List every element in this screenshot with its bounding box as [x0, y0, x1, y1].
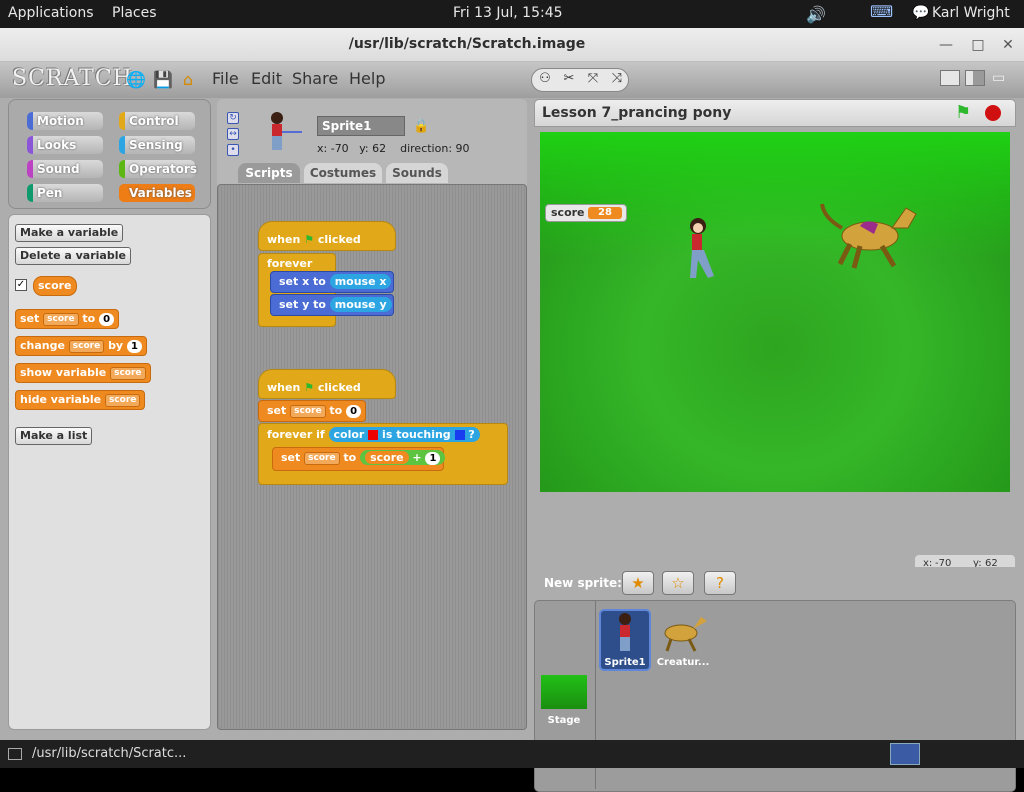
scratch-app: SCRATCH 🌐 💾 ⌂ File Edit Share Help ⚇ ✂ ⤧… — [0, 62, 1024, 792]
new-sprite-label: New sprite: — [544, 576, 622, 590]
red-color-swatch[interactable] — [368, 430, 379, 440]
places-menu[interactable]: Places — [112, 5, 157, 21]
save-icon[interactable]: 💾 — [153, 71, 173, 89]
set-score-block[interactable]: set score to 0 — [258, 400, 366, 422]
delete-variable-button[interactable]: Delete a variable — [15, 247, 131, 265]
green-flag-icon: ⚑ — [304, 233, 315, 246]
show-variable-block[interactable]: show variable score — [15, 363, 151, 383]
sprite-name-label: Creatur... — [656, 657, 710, 668]
tool-buttons: ⚇ ✂ ⤧ ⤨ — [531, 68, 629, 92]
presentation-icon[interactable]: ▭ — [992, 70, 1012, 86]
block-palette: Make a variable Delete a variable ✓ scor… — [8, 214, 211, 730]
stage-header: Lesson 7_prancing pony ⚑ — [534, 99, 1016, 127]
choose-sprite-icon[interactable]: ☆ — [662, 571, 694, 595]
green-flag-icon: ⚑ — [304, 381, 315, 394]
set-score-plus-block[interactable]: set score to score + 1 — [272, 447, 446, 471]
set-x-block[interactable]: set x to mouse x — [270, 271, 394, 293]
category-panel: Motion Control Looks Sensing Sound Opera… — [8, 99, 211, 209]
make-list-button[interactable]: Make a list — [15, 427, 93, 445]
make-variable-button[interactable]: Make a variable — [15, 224, 124, 242]
applications-menu[interactable]: Applications — [8, 5, 94, 21]
tab-costumes[interactable]: Costumes — [304, 163, 382, 183]
shrink-icon[interactable]: ⤨ — [606, 71, 628, 86]
lock-icon[interactable]: 🔒 — [413, 119, 429, 134]
set-y-block[interactable]: set y to mouse y — [270, 294, 394, 316]
when-flag-hat-1[interactable]: when ⚑ clicked — [258, 221, 396, 251]
girl-sprite[interactable] — [680, 216, 720, 282]
menubar: SCRATCH 🌐 💾 ⌂ File Edit Share Help ⚇ ✂ ⤧… — [0, 62, 1024, 98]
grow-icon[interactable]: ⤧ — [582, 71, 604, 86]
window-titlebar: /usr/lib/scratch/Scratch.image — □ ✕ — [0, 28, 1024, 62]
help-menu[interactable]: Help — [349, 69, 385, 88]
score-reporter[interactable]: score — [33, 276, 77, 296]
category-sound[interactable]: Sound — [27, 160, 103, 178]
project-title: Lesson 7_prancing pony — [542, 105, 732, 121]
stage-thumbnail[interactable] — [541, 675, 587, 709]
category-looks[interactable]: Looks — [27, 136, 103, 154]
change-block[interactable]: change score by 1 — [15, 336, 147, 356]
close-icon[interactable]: ✕ — [997, 35, 1019, 55]
flip-icon[interactable]: ↔ — [227, 128, 239, 140]
tab-scripts[interactable]: Scripts — [238, 163, 300, 183]
scratch-logo: SCRATCH — [12, 66, 133, 91]
add-operator[interactable]: score + 1 — [360, 450, 446, 465]
random-sprite-icon[interactable]: ? — [704, 571, 736, 595]
globe-icon[interactable]: 🌐 — [126, 71, 146, 89]
category-control[interactable]: Control — [119, 112, 195, 130]
sprite-tile-sprite1[interactable]: Sprite1 — [599, 609, 651, 671]
file-menu[interactable]: File — [212, 69, 239, 88]
volume-icon[interactable]: 🔊 — [806, 5, 826, 24]
stage[interactable] — [540, 132, 1010, 492]
edit-menu[interactable]: Edit — [251, 69, 282, 88]
horse-thumbnail-icon — [664, 617, 707, 652]
category-variables[interactable]: Variables — [119, 184, 195, 202]
rotate-icon[interactable]: ↻ — [227, 112, 239, 124]
delete-icon[interactable]: ✂ — [558, 71, 580, 86]
duplicate-icon[interactable]: ⚇ — [534, 71, 556, 86]
no-rotate-icon[interactable]: • — [227, 144, 239, 156]
paint-sprite-icon[interactable]: ★ — [622, 571, 654, 595]
blue-color-swatch[interactable] — [454, 430, 465, 440]
score-checkbox[interactable]: ✓ — [15, 279, 27, 291]
category-motion[interactable]: Motion — [27, 112, 103, 130]
window-icon — [8, 747, 22, 760]
stage-label: Stage — [547, 715, 581, 726]
tab-sounds[interactable]: Sounds — [386, 163, 448, 183]
category-pen[interactable]: Pen — [27, 184, 103, 202]
minimize-icon[interactable]: — — [935, 35, 957, 55]
touching-color-condition[interactable]: color is touching ? — [328, 427, 480, 442]
horse-sprite[interactable] — [820, 198, 920, 272]
script-area[interactable]: when ⚑ clicked forever set x to mouse x … — [217, 184, 527, 730]
when-flag-hat-2[interactable]: when ⚑ clicked — [258, 369, 396, 399]
new-sprite-bar: New sprite: ★ ☆ ? — [534, 567, 1016, 597]
category-operators[interactable]: Operators — [119, 160, 197, 178]
normal-stage-icon[interactable] — [965, 70, 985, 86]
set-block[interactable]: set score to 0 — [15, 309, 120, 329]
user-menu[interactable]: Karl Wright — [932, 5, 1010, 21]
hide-variable-block[interactable]: hide variable score — [15, 390, 146, 410]
stop-icon[interactable] — [985, 105, 1001, 121]
network-icon[interactable]: ⌨ — [870, 2, 893, 21]
sprite1-thumbnail-icon — [619, 613, 631, 651]
chat-icon[interactable]: 💬 — [912, 5, 929, 21]
sprite-thumbnail — [271, 112, 302, 150]
sprite-name-field[interactable]: Sprite1 — [317, 116, 405, 136]
share-menu[interactable]: Share — [292, 69, 338, 88]
score-monitor[interactable]: score 28 — [545, 204, 627, 222]
green-flag-icon[interactable]: ⚑ — [955, 102, 971, 123]
share-icon[interactable]: ⌂ — [179, 71, 197, 89]
top-panel: Applications Places Fri 13 Jul, 15:45 🔊 … — [0, 0, 1024, 28]
sprite-coords: x: -70 y: 62 direction: 90 — [317, 142, 470, 155]
small-stage-icon[interactable] — [940, 70, 960, 86]
clock[interactable]: Fri 13 Jul, 15:45 — [453, 5, 563, 21]
maximize-icon[interactable]: □ — [967, 35, 989, 55]
category-sensing[interactable]: Sensing — [119, 136, 195, 154]
workspace-switcher[interactable] — [890, 743, 920, 765]
sprite-tile-creature[interactable]: Creatur... — [655, 611, 711, 671]
window-title: /usr/lib/scratch/Scratch.image — [348, 36, 586, 52]
sprite-name-label: Sprite1 — [604, 657, 646, 668]
taskbar-item[interactable]: /usr/lib/scratch/Scratc... — [8, 744, 208, 764]
taskbar: /usr/lib/scratch/Scratc... — [0, 740, 1024, 768]
